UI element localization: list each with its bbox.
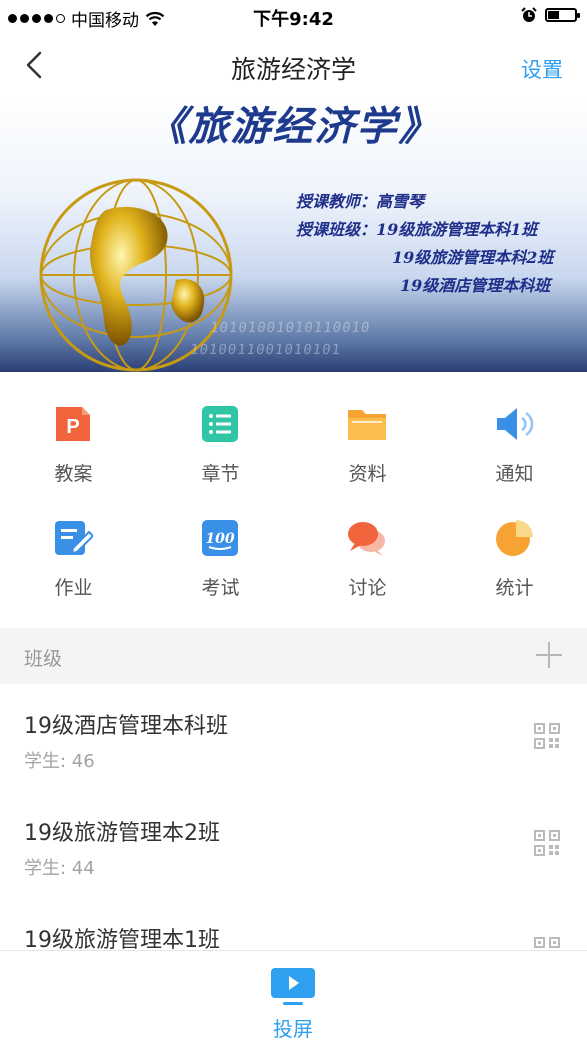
bottom-bar: 投屏 [0,950,587,1049]
class-list-item[interactable]: 19级旅游管理本2班 学生: 44 [0,791,587,898]
nav-bar: 旅游经济学 设置 [0,32,587,100]
clock: 下午9:42 [253,9,334,30]
banner-class-3: 19级酒店管理本科班 [400,276,551,295]
student-count: 学生: 46 [24,751,95,772]
banner-class-1: 授课班级：19级旅游管理本科1班 [296,220,538,239]
qr-code-icon[interactable] [533,829,561,857]
menu-item-label: 讨论 [348,577,387,599]
qr-code-icon[interactable] [533,722,561,750]
svg-text:100: 100 [205,531,234,547]
page-title: 旅游经济学 [230,55,356,84]
settings-button[interactable]: 设置 [521,54,563,84]
screen-projection-button[interactable]: 投屏 [243,963,343,1043]
pie-chart-icon [496,520,533,556]
course-banner: 《旅游经济学》 授课教师：高雪琴 授课班级：19级旅游管理本科1班 19级旅游管… [0,100,587,372]
screen-cast-icon [271,968,315,1005]
score-100-icon: 100 [202,520,238,556]
menu-item-label: 资料 [348,463,387,485]
status-right [521,7,580,23]
menu-item-notice[interactable]: 通知 [441,400,587,500]
edit-icon [55,521,93,555]
menu-item-homework[interactable]: 作业 [0,514,147,614]
list-icon [202,406,238,442]
menu-item-label: 统计 [495,577,534,599]
menu-item-label: 通知 [495,463,534,485]
menu-item-lesson-plan[interactable]: P 教案 [0,400,147,500]
battery-icon [545,8,580,22]
banner-class-2: 19级旅游管理本科2班 [392,248,554,267]
screen-projection-label: 投屏 [273,1017,313,1041]
section-title: 班级 [24,648,63,670]
menu-item-label: 作业 [54,577,93,599]
class-name: 19级酒店管理本科班 [24,714,228,739]
menu-item-label: 教案 [54,463,93,485]
menu-item-discussion[interactable]: 讨论 [294,514,441,614]
banner-teacher: 授课教师：高雪琴 [296,192,425,211]
class-name: 19级旅游管理本2班 [24,821,220,846]
add-class-button[interactable] [536,642,562,668]
menu-item-exam[interactable]: 100 考试 [147,514,294,614]
menu-item-materials[interactable]: 资料 [294,400,441,500]
chat-bubble-icon [348,522,385,556]
ppt-file-icon: P [56,407,90,441]
function-grid: P 教案 章节 资料 通知 作业 100 考试 讨论 统计 [0,400,587,620]
banner-digits-1: 10101001010110010 [208,320,372,336]
folder-icon [348,410,386,440]
menu-item-chapters[interactable]: 章节 [147,400,294,500]
banner-title: 《旅游经济学》 [146,103,441,150]
status-bar: 中国移动 下午9:42 [0,0,587,32]
svg-text:P: P [66,416,79,438]
class-section-header: 班级 [0,628,587,684]
menu-item-label: 考试 [201,577,240,599]
banner-digits-2: 1010011001010101 [188,342,342,358]
speaker-icon [497,408,534,440]
menu-item-statistics[interactable]: 统计 [441,514,587,614]
menu-item-label: 章节 [201,463,240,485]
class-list-item[interactable]: 19级酒店管理本科班 学生: 46 [0,684,587,791]
student-count: 学生: 44 [24,858,95,879]
alarm-clock-icon [521,7,537,22]
